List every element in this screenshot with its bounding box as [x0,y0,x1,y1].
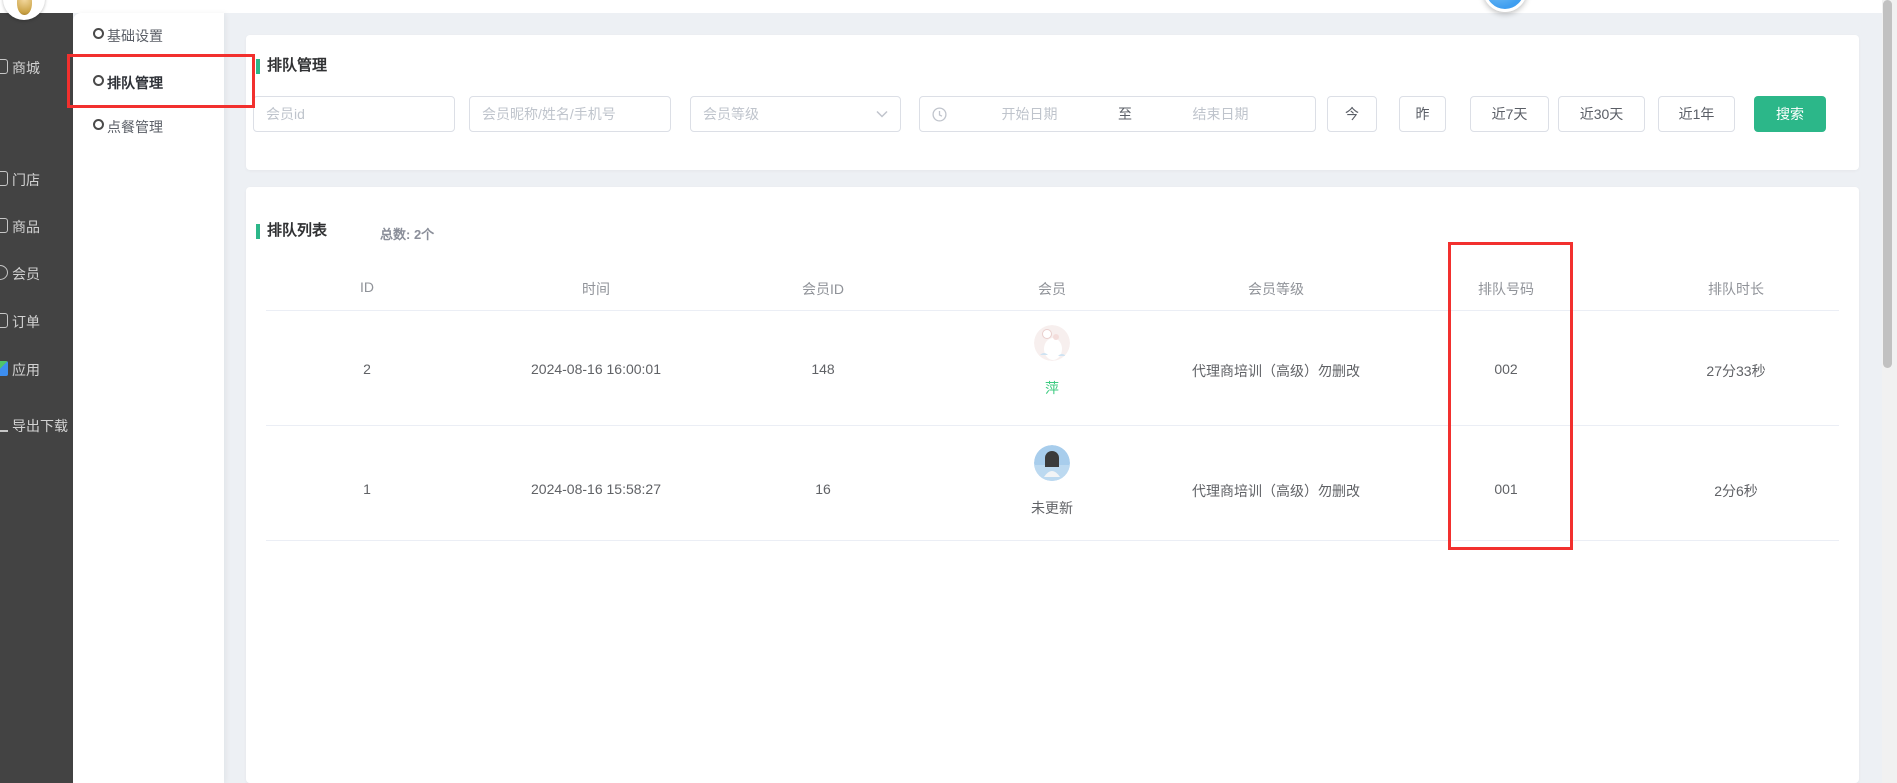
radio-circle-icon [93,28,104,39]
member-avatar[interactable] [1034,445,1070,481]
cell-id: 1 [257,481,477,497]
download-icon [0,417,8,432]
goods-icon [0,218,8,233]
primary-sidebar: 商城 门店 商品 会员 订单 应用 导出下载 [0,13,73,783]
sidebar-item-goods[interactable]: 商品 [0,216,73,236]
sidebar-item-apps[interactable]: 应用 [0,359,73,379]
search-button[interactable]: 搜索 [1754,96,1826,132]
sidebar-item-label: 会员 [12,264,40,284]
shop-icon [0,171,8,186]
quick-yesterday-button[interactable]: 昨 [1399,96,1446,132]
top-bar [0,0,1897,13]
quick-30days-button[interactable]: 近30天 [1558,96,1645,132]
title-accent-bar [256,224,260,239]
table-divider [266,540,1839,541]
date-separator: 至 [1112,104,1138,124]
column-header-id: ID [257,279,477,295]
column-header-queue-duration: 排队时长 [1626,279,1846,299]
sidebar-item-label: 应用 [12,360,40,380]
start-date-placeholder[interactable]: 开始日期 [947,104,1112,124]
cell-queue-duration: 27分33秒 [1626,361,1846,381]
cell-id: 2 [257,361,477,377]
cell-member-level: 代理商培训（高级）勿删改 [1166,481,1386,501]
list-title: 排队列表 [267,219,327,240]
cell-time: 2024-08-16 15:58:27 [486,481,706,497]
member-name[interactable]: 未更新 [942,498,1162,518]
table-divider [266,310,1839,311]
members-icon [0,265,8,280]
column-header-member-id: 会员ID [713,279,933,299]
avatar-illustration [1034,325,1070,361]
submenu-item-label: 点餐管理 [107,117,163,137]
cell-queue-duration: 2分6秒 [1626,481,1846,501]
sidebar-item-label: 导出下载 [12,416,68,436]
submenu-item-basic-settings[interactable]: 基础设置 [73,23,224,47]
queue-list-card: 排队列表 总数: 2个 ID 时间 会员ID 会员 会员等级 排队号码 排队时长… [246,187,1859,783]
orders-icon [0,313,8,328]
queue-management-page: 商城 门店 商品 会员 订单 应用 导出下载 [0,0,1897,783]
clock-icon [932,107,947,122]
member-id-input[interactable] [253,96,455,132]
submenu-item-label: 基础设置 [107,26,163,46]
sidebar-item-orders[interactable]: 订单 [0,311,73,331]
column-header-member-level: 会员等级 [1166,279,1386,299]
page-title: 排队管理 [267,54,327,75]
sidebar-item-label: 订单 [12,312,40,332]
sidebar-item-mall[interactable]: 商城 [0,57,73,77]
annotation-box-queue-menu [67,54,255,108]
member-name[interactable]: 萍 [942,378,1162,398]
submenu-item-ordering-management[interactable]: 点餐管理 [73,114,224,138]
sidebar-item-label: 门店 [12,170,40,190]
date-range-picker[interactable]: 开始日期 至 结束日期 [919,96,1316,132]
cell-member-id: 16 [713,481,933,497]
quick-1year-button[interactable]: 近1年 [1658,96,1735,132]
total-count-label: 总数: 2个 [380,224,434,243]
sidebar-item-shop[interactable]: 门店 [0,169,73,189]
sidebar-item-label: 商品 [12,217,40,237]
end-date-placeholder[interactable]: 结束日期 [1138,104,1303,124]
select-placeholder: 会员等级 [703,104,759,124]
quick-7days-button[interactable]: 近7天 [1470,96,1549,132]
chevron-down-icon [876,110,888,118]
perfume-bottle-image [17,0,32,15]
page-scrollbar[interactable] [1882,0,1897,783]
sidebar-item-members[interactable]: 会员 [0,263,73,283]
store-icon [0,59,8,74]
member-name-input[interactable] [469,96,671,132]
cell-member-level: 代理商培训（高级）勿删改 [1166,361,1386,381]
quick-today-button[interactable]: 今 [1327,96,1377,132]
cell-time: 2024-08-16 16:00:01 [486,361,706,377]
avatar-photo [1034,445,1070,481]
column-header-time: 时间 [486,279,706,299]
sidebar-item-label: 商城 [12,58,40,78]
table-divider [266,425,1839,426]
member-level-select[interactable]: 会员等级 [690,96,901,132]
filter-card: 排队管理 会员等级 开始日期 至 结束日期 今 昨 近7天 近30天 近1年 搜… [246,35,1859,170]
title-accent-bar [256,59,260,74]
sidebar-item-export-download[interactable]: 导出下载 [0,415,73,435]
scrollbar-thumb[interactable] [1883,0,1892,368]
member-avatar[interactable] [1034,325,1070,361]
annotation-box-queue-number [1448,242,1573,550]
radio-circle-icon [93,119,104,130]
cell-member-id: 148 [713,361,933,377]
column-header-member: 会员 [942,279,1162,299]
secondary-sidebar: 基础设置 排队管理 点餐管理 [73,13,224,783]
apps-icon [0,361,8,376]
